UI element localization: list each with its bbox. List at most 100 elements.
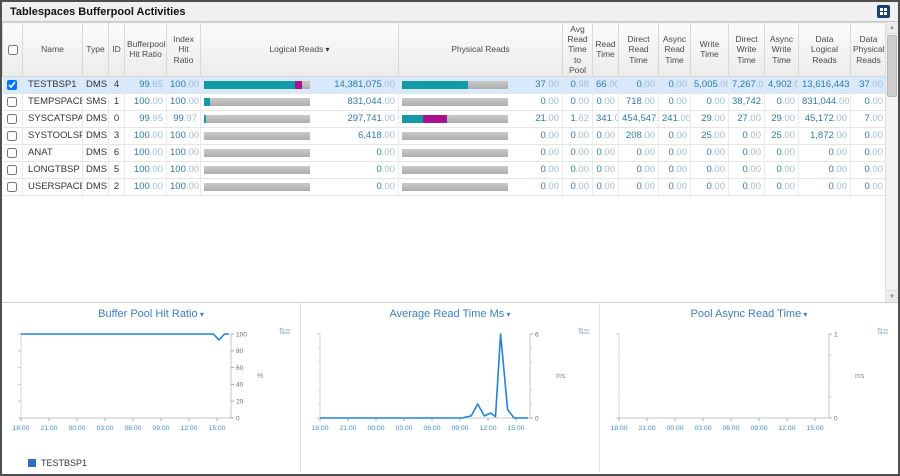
vertical-scrollbar[interactable]: ▲ ▼ xyxy=(885,22,898,302)
y-axis-unit: ms xyxy=(855,373,865,380)
numeric-value: 29.00 xyxy=(768,113,795,124)
column-header-data-physical-reads[interactable]: Data Physical Reads xyxy=(851,23,887,77)
row-select-cell[interactable] xyxy=(3,76,23,93)
column-header-type[interactable]: Type xyxy=(83,23,109,77)
number-decimal: .00 xyxy=(834,181,847,192)
column-header-logical-reads[interactable]: Logical Reads ▾ xyxy=(201,23,399,77)
data-logical-reads-cell: 831,044.00 xyxy=(799,93,851,110)
row-checkbox[interactable] xyxy=(7,148,17,158)
number-decimal: .00 xyxy=(712,113,725,124)
numeric-value: 0.00 xyxy=(596,130,615,141)
chart-title[interactable]: Buffer Pool Hit Ratio ▾ xyxy=(2,303,300,320)
table-row[interactable]: USERSPACE1DMS2100.00100.000.000.000.000.… xyxy=(3,178,887,195)
column-header-label: Index Hit Ratio xyxy=(173,34,194,64)
column-header-physical-reads[interactable]: Physical Reads xyxy=(399,23,563,77)
table-row[interactable]: TEMPSPACE1SMS1100.00100.00831,044.000.00… xyxy=(3,93,887,110)
logical-reads-cell: 0.00 xyxy=(201,161,399,178)
row-checkbox[interactable] xyxy=(7,80,17,90)
chart-axis-options-icon[interactable]: ⇅≣ xyxy=(578,327,589,336)
numeric-value: 0.00 xyxy=(732,147,761,158)
x-tick-label: 03:00 xyxy=(395,425,412,432)
bar-and-value: 0.00 xyxy=(402,181,559,192)
column-header-name[interactable]: Name xyxy=(23,23,83,77)
scroll-up-icon[interactable]: ▲ xyxy=(886,22,898,34)
chart-title[interactable]: Average Read Time Ms ▾ xyxy=(301,303,599,320)
direct-write-time-cell: 27.00 xyxy=(729,110,765,127)
column-header-index-hit-ratio[interactable]: Index Hit Ratio xyxy=(167,23,201,77)
type-cell: DMS xyxy=(83,127,109,144)
row-checkbox[interactable] xyxy=(7,182,17,192)
row-select-cell[interactable] xyxy=(3,161,23,178)
x-tick-label: 06:00 xyxy=(124,425,141,432)
numeric-value: 0.00 xyxy=(768,147,795,158)
numeric-value: 100.00 xyxy=(170,130,197,141)
direct-read-time-cell: 0.00 xyxy=(619,161,659,178)
widget-menu-icon[interactable] xyxy=(877,5,890,18)
select-all-checkbox[interactable] xyxy=(8,45,18,55)
id-cell: 3 xyxy=(109,127,125,144)
x-tick-label: 06:00 xyxy=(722,425,739,432)
read-time-cell: 0.00 xyxy=(593,93,619,110)
column-header-select[interactable] xyxy=(3,23,23,77)
bar-value: 37.00 xyxy=(512,79,559,90)
column-header-direct-read-time[interactable]: Direct Read Time xyxy=(619,23,659,77)
bar-value: 0.00 xyxy=(512,147,559,158)
row-select-cell[interactable] xyxy=(3,110,23,127)
number-integer: 29 xyxy=(771,113,782,124)
index-hit-ratio-cell: 100.00 xyxy=(167,161,201,178)
number-decimal: .97 xyxy=(184,113,197,124)
chart-title[interactable]: Pool Async Read Time ▾ xyxy=(600,303,898,320)
number-decimal: .00 xyxy=(602,130,615,141)
table-row[interactable]: SYSCATSPACEDMS099.9599.97297,741.0021.00… xyxy=(3,110,887,127)
y-tick-label: 0 xyxy=(236,415,240,422)
bar-segment-teal xyxy=(204,81,295,89)
bufferpool-hit-ratio-cell: 100.00 xyxy=(125,93,167,110)
chevron-down-icon: ▾ xyxy=(801,310,807,319)
reads-bar-track xyxy=(402,81,508,89)
column-header-data-logical-reads[interactable]: Data Logical Reads xyxy=(799,23,851,77)
row-select-cell[interactable] xyxy=(3,93,23,110)
row-select-cell[interactable] xyxy=(3,127,23,144)
x-tick-label: 09:00 xyxy=(152,425,169,432)
column-header-async-write-time[interactable]: Async Write Time xyxy=(765,23,799,77)
row-select-cell[interactable] xyxy=(3,144,23,161)
data-physical-reads-cell: 37.00 xyxy=(851,76,887,93)
number-integer: 25 xyxy=(701,130,712,141)
row-checkbox[interactable] xyxy=(7,165,17,175)
tablespaces-bufferpool-widget: Tablespaces Bufferpool Activities NameTy… xyxy=(0,0,900,476)
row-checkbox[interactable] xyxy=(7,114,17,124)
x-tick-label: 06:00 xyxy=(423,425,440,432)
column-header-label: Data Logical Reads xyxy=(811,34,838,64)
chart-axis-options-icon[interactable]: ⇅≣ xyxy=(279,327,290,336)
column-header-id[interactable]: ID xyxy=(109,23,125,77)
number-integer: 38,742 xyxy=(732,96,761,107)
reads-bar-track xyxy=(204,115,310,123)
scroll-down-icon[interactable]: ▼ xyxy=(886,290,898,302)
async-write-time-cell: 4,902.00 xyxy=(765,76,799,93)
column-header-avg-read-time-to-pool[interactable]: Avg Read Time to Pool xyxy=(563,23,593,77)
table-row[interactable]: TESTBSP1DMS499.65100.0014,381,075.0037.0… xyxy=(3,76,887,93)
type-cell: DMS xyxy=(83,76,109,93)
direct-read-time-cell: 0.00 xyxy=(619,144,659,161)
numeric-value: 0.00 xyxy=(566,96,589,107)
numeric-value: 0.00 xyxy=(802,164,847,175)
row-select-cell[interactable] xyxy=(3,178,23,195)
scrollbar-thumb[interactable] xyxy=(887,35,897,97)
column-header-direct-write-time[interactable]: Direct Write Time xyxy=(729,23,765,77)
chart-axis-options-icon[interactable]: ⇅≣ xyxy=(877,327,888,336)
column-header-bufferpool-hit-ratio[interactable]: Bufferpool Hit Ratio xyxy=(125,23,167,77)
table-row[interactable]: ANATDMS6100.00100.000.000.000.000.000.00… xyxy=(3,144,887,161)
number-decimal: .00 xyxy=(642,147,655,158)
write-time-cell: 25.00 xyxy=(691,127,729,144)
x-tick-label: 15:00 xyxy=(208,425,225,432)
table-row[interactable]: LONGTBSPDMS5100.00100.000.000.000.000.00… xyxy=(3,161,887,178)
column-header-write-time[interactable]: Write Time xyxy=(691,23,729,77)
column-header-read-time[interactable]: Read Time xyxy=(593,23,619,77)
id-cell: 4 xyxy=(109,76,125,93)
row-checkbox[interactable] xyxy=(7,97,17,107)
table-row[interactable]: SYSTOOLSPACEDMS3100.00100.006,418.000.00… xyxy=(3,127,887,144)
y-tick-label: 80 xyxy=(236,348,244,355)
column-header-async-read-time[interactable]: Async Read Time xyxy=(659,23,691,77)
row-checkbox[interactable] xyxy=(7,131,17,141)
number-integer: 5,005 xyxy=(694,79,718,90)
